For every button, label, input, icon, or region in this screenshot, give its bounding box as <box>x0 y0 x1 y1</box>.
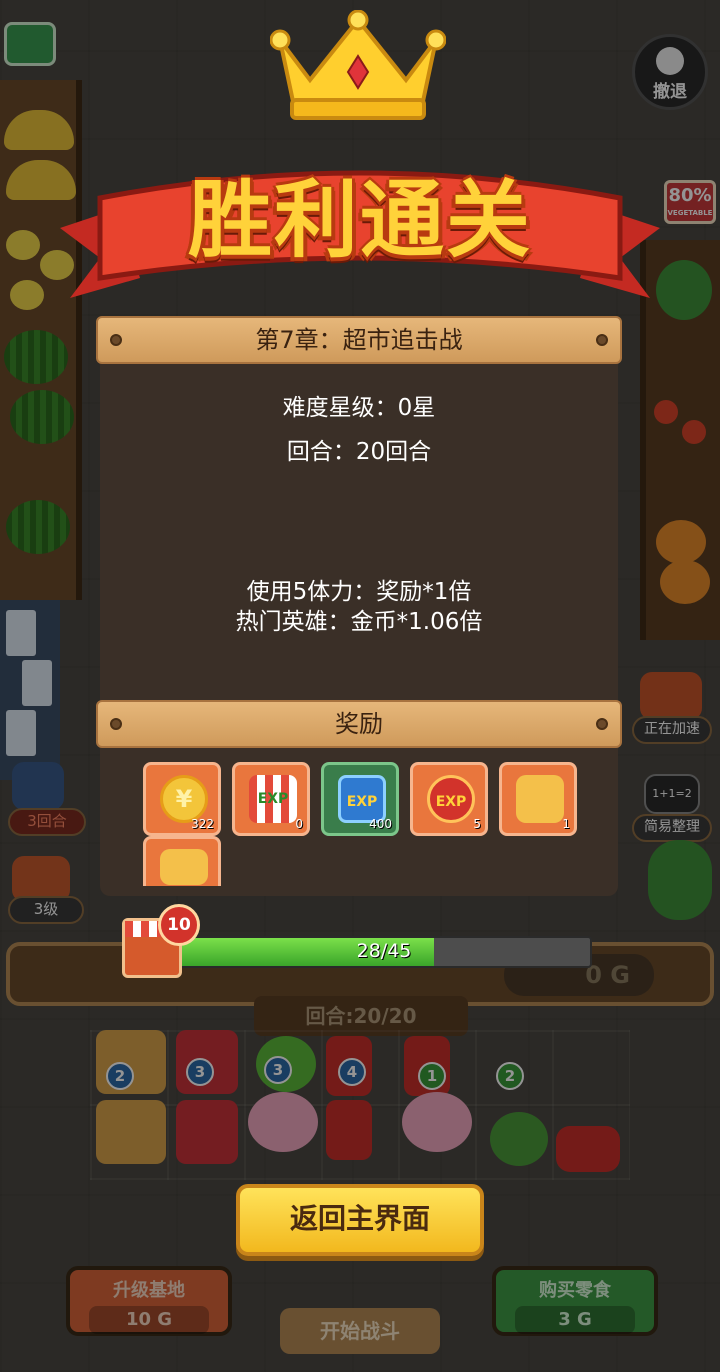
return-main-button[interactable]: 返回主界面 <box>236 1184 484 1256</box>
reward-item[interactable] <box>143 836 221 886</box>
level-progress-text: 28/45 <box>356 940 412 962</box>
reward-count: 0 <box>295 817 303 831</box>
reward-item[interactable]: EXP 400 <box>321 762 399 836</box>
chapter-plank: 第7章：超市追击战 <box>96 316 622 364</box>
nail-icon <box>596 334 608 346</box>
reward-count: 1 <box>562 817 570 831</box>
reward-count: 5 <box>473 817 481 831</box>
reward-count: 322 <box>191 817 214 831</box>
reward-plank: 奖励 <box>96 700 622 748</box>
base-level-badge: 10 <box>158 904 200 946</box>
reward-header: 奖励 <box>335 710 383 738</box>
nail-icon <box>110 718 122 730</box>
hero-card-icon <box>160 849 208 885</box>
crown-icon <box>270 10 446 120</box>
nail-icon <box>596 718 608 730</box>
reward-count: 400 <box>369 817 392 831</box>
reward-item[interactable]: 1 <box>499 762 577 836</box>
nail-icon <box>110 334 122 346</box>
hero-bonus-text: 热门英雄：金币*1.06倍 <box>235 609 483 635</box>
reward-grid: 322 EXP 0 EXP 400 EXP 5 1 <box>143 762 583 892</box>
reward-item[interactable]: EXP 5 <box>410 762 488 836</box>
burger-card-icon <box>516 775 564 823</box>
blue-exp-icon: EXP <box>338 775 386 823</box>
gold-coin-icon <box>160 775 208 823</box>
shop-exp-icon: EXP <box>249 775 297 823</box>
orange-exp-badge-icon: EXP <box>427 775 475 823</box>
victory-title: 胜利通关 <box>187 171 532 269</box>
stamina-bonus-text: 使用5体力：奖励*1倍 <box>246 579 472 605</box>
difficulty-text: 难度星级：0星 <box>282 395 436 421</box>
reward-item[interactable]: 322 <box>143 762 221 836</box>
rounds-text: 回合：20回合 <box>286 439 432 465</box>
chapter-title: 第7章：超市追击战 <box>255 326 463 354</box>
reward-item[interactable]: EXP 0 <box>232 762 310 836</box>
